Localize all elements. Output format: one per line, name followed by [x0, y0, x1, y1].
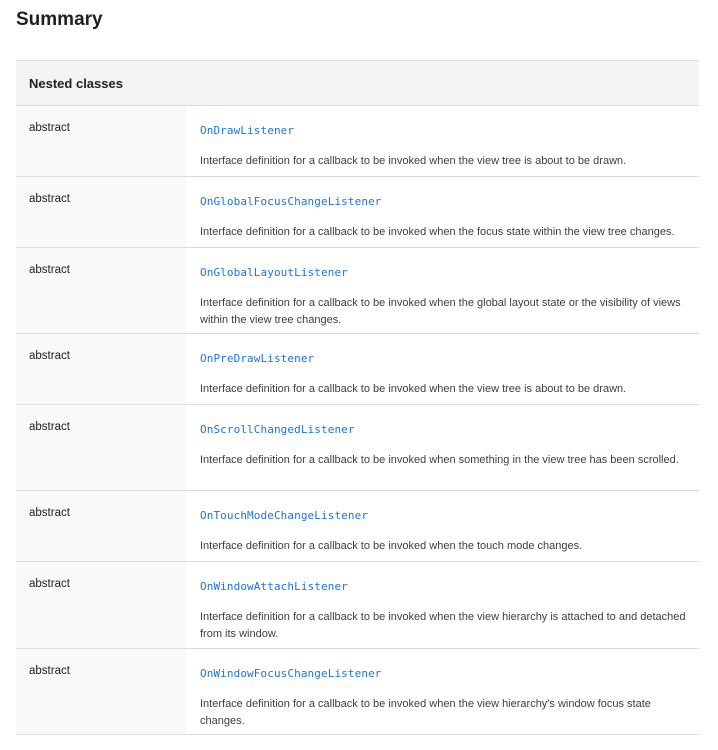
table-header: Nested classes	[16, 61, 699, 106]
class-cell: OnPreDrawListener Interface definition f…	[186, 334, 699, 404]
class-link-onwindowattachlistener[interactable]: OnWindowAttachListener	[200, 580, 348, 594]
table-row: abstract OnWindowAttachListener Interfac…	[16, 562, 699, 649]
class-cell: OnScrollChangedListener Interface defini…	[186, 405, 699, 490]
class-description: Interface definition for a callback to b…	[200, 454, 679, 466]
class-description: Interface definition for a callback to b…	[200, 383, 627, 395]
table-row: abstract OnPreDrawListener Interface def…	[16, 334, 699, 405]
class-link-ongloballayoutlistener[interactable]: OnGlobalLayoutListener	[200, 266, 348, 280]
table-row: abstract OnTouchModeChangeListener Inter…	[16, 491, 699, 562]
class-link-onscrollchangedlistener[interactable]: OnScrollChangedListener	[200, 423, 355, 437]
class-cell: OnTouchModeChangeListener Interface defi…	[186, 491, 699, 561]
modifier-cell: abstract	[16, 649, 186, 734]
table-row: abstract OnWindowFocusChangeListener Int…	[16, 649, 699, 735]
modifier-cell: abstract	[16, 334, 186, 404]
class-link-ontouchmodechangelistener[interactable]: OnTouchModeChangeListener	[200, 509, 368, 523]
table-row: abstract OnGlobalLayoutListener Interfac…	[16, 248, 699, 334]
table-row: abstract OnGlobalFocusChangeListener Int…	[16, 177, 699, 248]
class-description: Interface definition for a callback to b…	[200, 155, 627, 167]
table-row: abstract OnScrollChangedListener Interfa…	[16, 405, 699, 491]
class-cell: OnWindowFocusChangeListener Interface de…	[186, 649, 699, 734]
modifier-cell: abstract	[16, 106, 186, 176]
nested-classes-table: Nested classes abstract OnDrawListener I…	[16, 60, 699, 735]
class-description: Interface definition for a callback to b…	[200, 698, 651, 727]
class-link-onpredrawlistener[interactable]: OnPreDrawListener	[200, 352, 314, 366]
modifier-cell: abstract	[16, 405, 186, 490]
class-description: Interface definition for a callback to b…	[200, 297, 681, 326]
class-cell: OnGlobalFocusChangeListener Interface de…	[186, 177, 699, 247]
class-cell: OnGlobalLayoutListener Interface definit…	[186, 248, 699, 333]
modifier-cell: abstract	[16, 562, 186, 648]
class-description: Interface definition for a callback to b…	[200, 611, 686, 640]
reference-page: Summary Nested classes abstract OnDrawLi…	[0, 0, 718, 750]
class-description: Interface definition for a callback to b…	[200, 540, 583, 552]
page-title: Summary	[16, 9, 103, 30]
class-cell: OnWindowAttachListener Interface definit…	[186, 562, 699, 648]
class-link-ondrawlistener[interactable]: OnDrawListener	[200, 124, 294, 138]
class-cell: OnDrawListener Interface definition for …	[186, 106, 699, 176]
table-header-label: Nested classes	[29, 75, 123, 91]
class-link-onwindowfocuschangelistener[interactable]: OnWindowFocusChangeListener	[200, 667, 382, 681]
class-link-onglobalfocuschangelistener[interactable]: OnGlobalFocusChangeListener	[200, 195, 382, 209]
class-description: Interface definition for a callback to b…	[200, 226, 675, 238]
table-row: abstract OnDrawListener Interface defini…	[16, 106, 699, 177]
modifier-cell: abstract	[16, 248, 186, 333]
modifier-cell: abstract	[16, 491, 186, 561]
modifier-cell: abstract	[16, 177, 186, 247]
